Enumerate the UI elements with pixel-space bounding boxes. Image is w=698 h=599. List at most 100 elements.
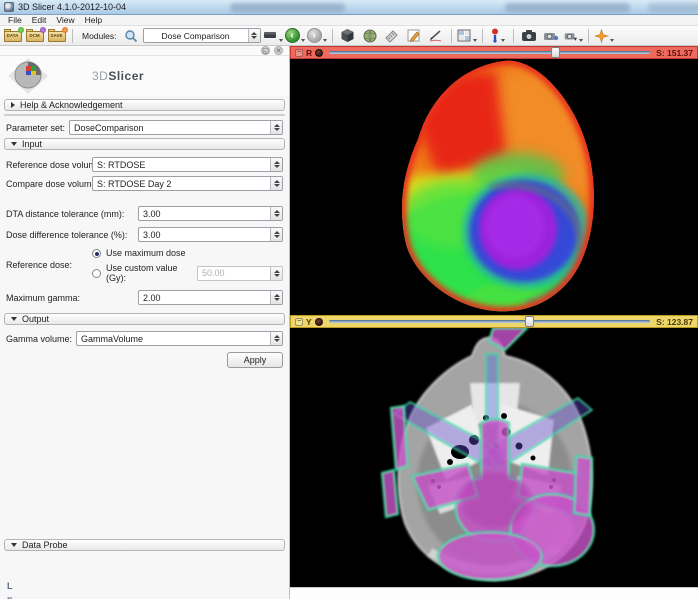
compare-dose-volume-row: Compare dose volume: S: RTDOSE Day 2: [6, 176, 283, 191]
navigate-back-button[interactable]: ‹: [285, 27, 305, 45]
menu-edit[interactable]: Edit: [27, 15, 52, 25]
expanded-arrow-icon: [11, 543, 17, 547]
crosshair-button[interactable]: [594, 27, 614, 45]
logo-row: 3DSlicer: [0, 56, 289, 96]
logo-text: 3DSlicer: [92, 69, 144, 83]
module-selector-stepper[interactable]: [248, 29, 260, 42]
redacted-text: [648, 3, 698, 12]
dose-diff-tolerance-spinbox[interactable]: 3.00: [138, 227, 283, 242]
visibility-eye-icon[interactable]: [315, 49, 323, 57]
visibility-eye-icon[interactable]: [315, 318, 323, 326]
compare-dose-volume-label: Compare dose volume:: [6, 179, 88, 189]
camera-icon: [521, 29, 537, 42]
radio-unselected-icon: [92, 269, 101, 278]
red-slice-slider[interactable]: [329, 47, 650, 58]
yellow-slice-offset: S: 123.87: [656, 317, 693, 327]
window-title: 3D Slicer 4.1.0-2012-10-04: [18, 2, 126, 12]
data-probe-orientation: L F B: [7, 579, 289, 599]
collapsed-arrow-icon: [11, 102, 15, 108]
panel-close-icon[interactable]: ✕: [274, 46, 283, 55]
panel-popup-icon[interactable]: ◱: [261, 46, 270, 55]
data-probe-section[interactable]: Data Probe: [4, 539, 285, 551]
slider-groove: [329, 51, 650, 54]
expanded-arrow-icon: [11, 142, 17, 146]
dta-tolerance-spinbox[interactable]: 3.00: [138, 206, 283, 221]
yellow-slice-slider[interactable]: [329, 316, 650, 327]
slider-groove: [329, 320, 650, 323]
module-search-button[interactable]: [121, 27, 141, 45]
input-section[interactable]: Input: [4, 138, 285, 150]
pen-draw-button[interactable]: [426, 27, 446, 45]
title-bar[interactable]: 3D Slicer 4.1.0-2012-10-04: [0, 0, 698, 15]
yellow-slice-controller: − Y S: 123.87: [290, 315, 698, 328]
reference-dose-volume-row: Reference dose volume: S: RTDOSE: [6, 157, 283, 172]
reference-dose-mode-row: Reference dose: Use maximum dose Use cus…: [6, 248, 283, 283]
parameter-set-selector[interactable]: DoseComparison: [69, 120, 283, 135]
slice-views: − R S: 151.37: [290, 46, 698, 599]
red-slice-controller: − R S: 151.37: [290, 46, 698, 59]
menu-view[interactable]: View: [51, 15, 79, 25]
bottom-strip: [290, 587, 698, 599]
gamma-volume-label: Gamma volume:: [6, 334, 72, 344]
save-button[interactable]: SAVE: [47, 27, 67, 45]
cube-icon: [340, 28, 355, 43]
ruler-button[interactable]: [382, 27, 402, 45]
use-maximum-dose-option[interactable]: Use maximum dose: [92, 248, 283, 258]
help-acknowledgement-section[interactable]: Help & Acknowledgement: [4, 99, 285, 111]
model-sphere-button[interactable]: [360, 27, 380, 45]
app-window: 3D Slicer 4.1.0-2012-10-04 File Edit Vie…: [0, 0, 698, 599]
module-selector[interactable]: Dose Comparison: [143, 28, 261, 43]
dose-diff-tolerance-label: Dose difference tolerance (%):: [6, 230, 134, 240]
gamma-volume-selector[interactable]: GammaVolume: [76, 331, 283, 346]
red-view-label: R: [306, 48, 312, 58]
annotation-edit-button[interactable]: [404, 27, 424, 45]
parameter-node-strip: [4, 114, 285, 116]
navigate-forward-button[interactable]: ›: [307, 27, 327, 45]
volume-cube-button[interactable]: [338, 27, 358, 45]
reference-dose-volume-label: Reference dose volume:: [6, 160, 88, 170]
apply-button[interactable]: Apply: [227, 352, 283, 368]
history-icon: [263, 30, 278, 42]
module-selector-value: Dose Comparison: [144, 31, 248, 41]
maximum-gamma-spinbox[interactable]: 2.00: [138, 290, 283, 305]
radio-selected-icon: [92, 249, 101, 258]
compare-dose-volume-selector[interactable]: S: RTDOSE Day 2: [92, 176, 283, 191]
collapse-icon[interactable]: −: [295, 318, 303, 326]
layout-grid-icon: [457, 29, 472, 43]
screenshot-button[interactable]: [519, 27, 539, 45]
output-section[interactable]: Output: [4, 313, 285, 325]
yellow-slice-viewport[interactable]: [290, 328, 698, 587]
scene-view-restore-button[interactable]: [563, 27, 583, 45]
custom-value-spinbox: 50.00: [197, 266, 283, 281]
pen-icon: [428, 29, 443, 42]
sphere-icon: [363, 29, 377, 43]
load-data-button[interactable]: DATA: [3, 27, 23, 45]
dta-tolerance-label: DTA distance tolerance (mm):: [6, 209, 134, 219]
fiducial-button[interactable]: [488, 27, 508, 45]
use-custom-value-option[interactable]: Use custom value (Gy): 50.00: [92, 263, 283, 283]
menu-help[interactable]: Help: [80, 15, 107, 25]
modules-label: Modules:: [82, 31, 117, 41]
scene-view-save-button[interactable]: [541, 27, 561, 45]
slider-handle[interactable]: [525, 316, 534, 327]
red-slice-viewport[interactable]: [290, 59, 698, 315]
gamma-volume-row: Gamma volume: GammaVolume: [6, 331, 283, 346]
redacted-text: [505, 3, 630, 12]
collapse-icon[interactable]: −: [295, 49, 303, 57]
slider-handle[interactable]: [551, 47, 560, 58]
layout-selector-button[interactable]: [457, 27, 477, 45]
crosshair-star-icon: [594, 28, 609, 44]
reference-dose-volume-selector[interactable]: S: RTDOSE: [92, 157, 283, 172]
maximum-gamma-row: Maximum gamma: 2.00: [6, 290, 283, 305]
app-icon: [4, 2, 14, 12]
panel-header: ◱ ✕: [0, 46, 289, 56]
module-history-button[interactable]: [263, 27, 283, 45]
scene-view-restore-icon: [563, 29, 578, 42]
dicom-button[interactable]: DCM: [25, 27, 45, 45]
redacted-text: [230, 3, 345, 12]
apply-row: Apply: [0, 352, 283, 368]
load-data-icon: DATA: [4, 28, 23, 43]
menu-file[interactable]: File: [3, 15, 27, 25]
scene-view-camera-icon: [542, 29, 559, 42]
orientation-l: L: [7, 579, 289, 594]
